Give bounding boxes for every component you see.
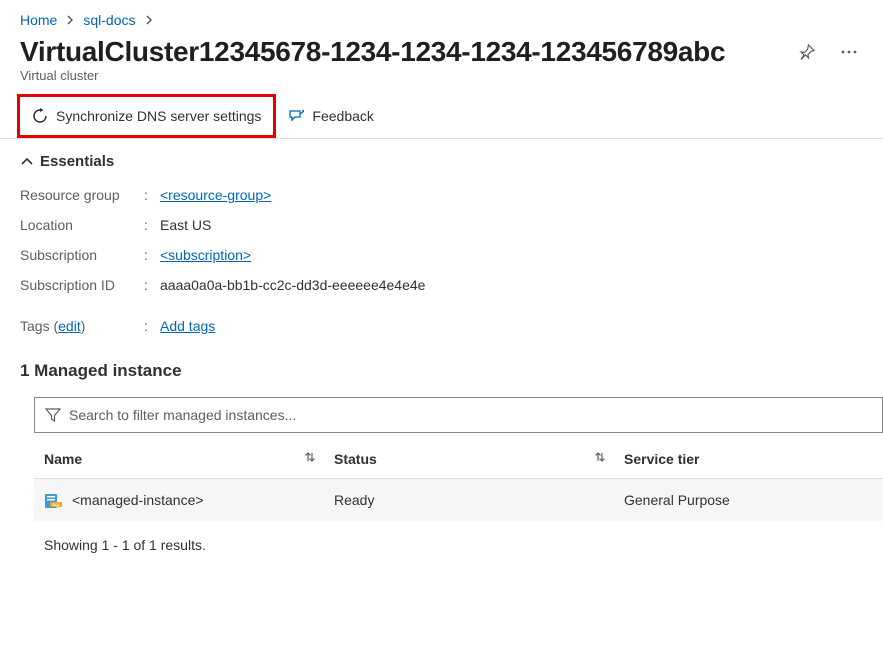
filter-icon: [45, 407, 61, 423]
row-tier: General Purpose: [624, 492, 873, 508]
row-status: Ready: [334, 492, 624, 508]
tags-add-link[interactable]: Add tags: [160, 318, 215, 334]
breadcrumb-home[interactable]: Home: [20, 12, 57, 28]
feedback-icon: [288, 108, 304, 124]
kv-subscription-id: Subscription ID : aaaa0a0a-bb1b-cc2c-dd3…: [20, 270, 863, 300]
kv-key: Subscription: [20, 247, 144, 263]
kv-tags: Tags (edit) : Add tags: [20, 300, 863, 341]
kv-subscription: Subscription : <subscription>: [20, 240, 863, 270]
kv-location: Location : East US: [20, 210, 863, 240]
table-row[interactable]: SQL <managed-instance> Ready General Pur…: [34, 479, 883, 521]
kv-key: Resource group: [20, 187, 144, 203]
subscription-id-value: aaaa0a0a-bb1b-cc2c-dd3d-eeeeee4e4e4e: [160, 277, 425, 293]
page-title: VirtualCluster12345678-1234-1234-1234-12…: [20, 36, 725, 68]
row-name: <managed-instance>: [72, 492, 204, 508]
pin-button[interactable]: [793, 38, 821, 66]
svg-text:SQL: SQL: [52, 502, 61, 507]
section-title: 1 Managed instance: [0, 351, 883, 397]
col-name-header[interactable]: Name: [44, 450, 334, 467]
feedback-label: Feedback: [312, 108, 373, 124]
resource-group-link[interactable]: <resource-group>: [160, 187, 271, 203]
resource-type-label: Virtual cluster: [0, 68, 883, 93]
kv-key: Location: [20, 217, 144, 233]
table-header: Name Status Service tier: [34, 439, 883, 479]
pin-icon: [799, 44, 815, 60]
kv-key: Subscription ID: [20, 277, 144, 293]
col-status-header[interactable]: Status: [334, 450, 624, 467]
more-icon: [841, 50, 857, 54]
feedback-button[interactable]: Feedback: [276, 96, 385, 136]
location-value: East US: [160, 217, 211, 233]
sql-managed-instance-icon: SQL: [44, 491, 62, 509]
chevron-up-icon: [20, 155, 34, 169]
sync-dns-label: Synchronize DNS server settings: [56, 108, 261, 124]
refresh-icon: [32, 108, 48, 124]
search-input[interactable]: [69, 407, 872, 423]
highlighted-action: Synchronize DNS server settings: [17, 94, 276, 138]
sort-icon: [304, 450, 334, 467]
sort-icon: [594, 450, 624, 467]
breadcrumb-parent[interactable]: sql-docs: [83, 12, 135, 28]
search-wrap[interactable]: [34, 397, 883, 433]
chevron-right-icon: [144, 12, 154, 28]
kv-key: Tags (edit): [20, 318, 144, 334]
sync-dns-button[interactable]: Synchronize DNS server settings: [20, 96, 273, 136]
results-summary: Showing 1 - 1 of 1 results.: [34, 521, 883, 569]
essentials-heading: Essentials: [40, 153, 114, 170]
breadcrumb: Home sql-docs: [0, 0, 883, 32]
subscription-link[interactable]: <subscription>: [160, 247, 251, 263]
chevron-right-icon: [65, 12, 75, 28]
essentials-toggle[interactable]: Essentials: [20, 153, 863, 180]
kv-resource-group: Resource group : <resource-group>: [20, 180, 863, 210]
more-button[interactable]: [835, 38, 863, 66]
toolbar: Synchronize DNS server settings Feedback: [0, 93, 883, 139]
col-tier-header[interactable]: Service tier: [624, 451, 873, 467]
tags-edit-link[interactable]: edit: [58, 318, 81, 334]
